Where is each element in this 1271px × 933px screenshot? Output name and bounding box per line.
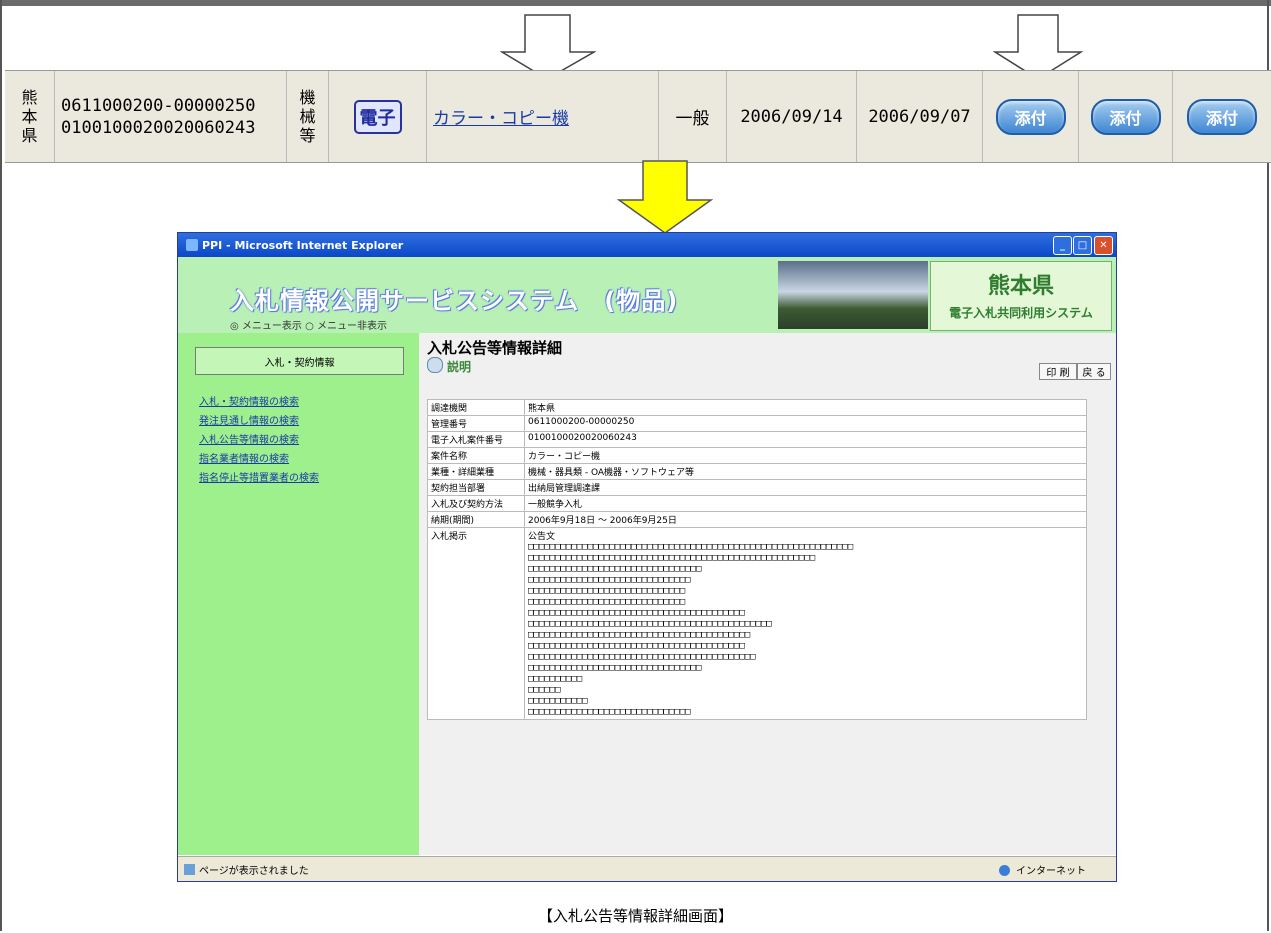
site-header: 入札情報公開サービスシステム (物品) ◎ メニュー表示 ○ メニュー非表示 熊… (178, 257, 1116, 333)
date1-cell: 2006/09/14 (727, 71, 857, 162)
date-notice: 2006/09/07 (868, 106, 971, 127)
type-cell: 一般 (659, 71, 727, 162)
detail-value: 0611000200-00000250 (524, 415, 1087, 432)
table-row: 納期(期間) 2006年9月18日 ～ 2006年9月25日 (427, 511, 1087, 528)
detail-value: 0100100020020060243 (524, 431, 1087, 448)
attach-button[interactable]: 添付 (1187, 98, 1257, 135)
item-cell: カラー・コピー機 (427, 71, 659, 162)
sidebar-link[interactable]: 指名停止等措置業者の検索 (199, 469, 319, 484)
print-button[interactable]: 印 刷 (1039, 363, 1077, 380)
prefecture-char: 本 (21, 107, 38, 126)
mountain-image (778, 261, 928, 329)
notice-heading: 公告文 (528, 532, 556, 542)
date-open: 2006/09/14 (740, 106, 843, 127)
detail-key: 納期(期間) (427, 511, 525, 528)
attach-button[interactable]: 添付 (1090, 98, 1161, 135)
table-row: 入札掲示 公告文 □□□□□□□□□□□□□□□□□□□□□□□□□□□□□□□… (427, 527, 1087, 720)
detail-value: 熊本県 (524, 399, 1087, 416)
back-button[interactable]: 戻 る (1077, 363, 1111, 380)
detail-value: 2006年9月18日 ～ 2006年9月25日 (524, 511, 1087, 528)
zone-text: インターネット (1016, 865, 1086, 877)
tab-circle-icon (427, 357, 443, 373)
prefecture-name: 熊本県 (987, 274, 1054, 299)
minimize-icon[interactable]: _ (1053, 236, 1072, 255)
status-bar: ページが表示されました インターネット (178, 856, 1116, 881)
ie-icon (186, 239, 198, 251)
table-row: 契約担当部署 出納局管理調達課 (427, 479, 1087, 496)
table-row: 管理番号 0611000200-00000250 (427, 415, 1087, 432)
window-title: PPI - Microsoft Internet Explorer (202, 238, 404, 252)
globe-icon (998, 864, 1010, 876)
denshi-badge[interactable]: 電子 (353, 99, 402, 134)
table-row: 入札及び契約方法 一般競争入札 (427, 495, 1087, 512)
detail-table: 調達機関 熊本県 管理番号 0611000200-00000250 電子入札案件番号… (427, 399, 1087, 720)
tab-label: 説明 (447, 360, 472, 374)
detail-key: 契約担当部署 (427, 479, 525, 496)
detail-key: 電子入札案件番号 (427, 431, 525, 448)
prefecture-char: 熊 (21, 88, 38, 107)
detail-key: 業種・詳細業種 (427, 463, 525, 480)
detail-key: 調達機関 (427, 399, 525, 416)
sidebar-link[interactable]: 指名業者情報の検索 (199, 450, 289, 465)
detail-key: 管理番号 (427, 415, 525, 432)
number-cell: 0611000200-00000250 0100100020020060243 (55, 71, 287, 162)
date2-cell: 2006/09/07 (857, 71, 983, 162)
sidebar-link[interactable]: 入札公告等情報の検索 (199, 431, 299, 446)
detail-value: 出納局管理調達課 (524, 479, 1087, 496)
page-icon (184, 863, 195, 875)
category-char: 機 (299, 88, 316, 107)
attach-button[interactable]: 添付 (995, 98, 1066, 135)
detail-value: 機械・器具類 - OA機器・ソフトウェア等 (524, 463, 1087, 480)
attach-cell: 添付 (1079, 71, 1173, 162)
prefecture-subtitle: 電子入札共同利用システム (949, 306, 1093, 320)
table-row: 電子入札案件番号 0100100020020060243 (427, 431, 1087, 448)
prefecture-logo: 熊本県 電子入札共同利用システム (930, 261, 1112, 331)
sidebar-link[interactable]: 発注見通し情報の検索 (199, 412, 299, 427)
bid-type: 一般 (675, 109, 710, 129)
close-icon[interactable]: ✕ (1094, 236, 1113, 255)
attach-cell: 添付 (983, 71, 1079, 162)
table-row: 調達機関 熊本県 (427, 399, 1087, 416)
management-number: 0611000200-00000250 (61, 95, 256, 116)
category-char: 等 (299, 126, 316, 145)
item-name-link[interactable]: カラー・コピー機 (433, 104, 569, 129)
denshi-cell: 電子 (329, 71, 427, 162)
prefecture-char: 県 (21, 126, 38, 145)
detail-key: 入札掲示 (427, 527, 525, 720)
table-row: 案件名称 カラー・コピー機 (427, 447, 1087, 464)
maximize-icon[interactable]: □ (1073, 236, 1092, 255)
detail-value: カラー・コピー機 (524, 447, 1087, 464)
detail-value: 一般競争入札 (524, 495, 1087, 512)
sidebar: 入札・契約情報 入札・契約情報の検索 発注見通し情報の検索 入札公告等情報の検索… (178, 333, 419, 855)
sidebar-main-button[interactable]: 入札・契約情報 (195, 347, 404, 375)
detail-key: 入札及び契約方法 (427, 495, 525, 512)
menu-toggle[interactable]: ◎ メニュー表示 ○ メニュー非表示 (230, 317, 387, 332)
arrow-down-icon (617, 160, 713, 234)
notice-placeholder-text: □□□□□□□□□□□□□□□□□□□□□□□□□□□□□□□□□□□□□□□□… (528, 542, 854, 717)
figure-caption: 【入札公告等情報詳細画面】 (537, 907, 733, 925)
site-title: 入札情報公開サービスシステム (物品) (230, 287, 679, 315)
window-titlebar: PPI - Microsoft Internet Explorer _ □ ✕ (178, 233, 1116, 257)
notice-body: 公告文 □□□□□□□□□□□□□□□□□□□□□□□□□□□□□□□□□□□□… (524, 527, 1087, 720)
detail-key: 案件名称 (427, 447, 525, 464)
category-cell: 機 械 等 (287, 71, 329, 162)
main-panel: 入札公告等情報詳細 説明 印 刷 戻 る 調達機関 熊本県 管理番号 0611000… (419, 333, 1116, 855)
page-title: 入札公告等情報詳細 (427, 339, 563, 357)
browser-window: PPI - Microsoft Internet Explorer _ □ ✕ … (177, 232, 1117, 882)
prefecture-cell: 熊 本 県 (5, 71, 55, 162)
case-number: 0100100020020060243 (61, 117, 256, 138)
bid-row: 熊 本 県 0611000200-00000250 01001000200200… (5, 70, 1271, 163)
table-row: 業種・詳細業種 機械・器具類 - OA機器・ソフトウェア等 (427, 463, 1087, 480)
tab-description[interactable]: 説明 (427, 357, 471, 375)
category-char: 械 (299, 107, 316, 126)
attach-cell: 添付 (1173, 71, 1271, 162)
status-text: ページが表示されました (199, 865, 309, 877)
zone-indicator: インターネット (998, 862, 1086, 877)
sidebar-link[interactable]: 入札・契約情報の検索 (199, 393, 299, 408)
